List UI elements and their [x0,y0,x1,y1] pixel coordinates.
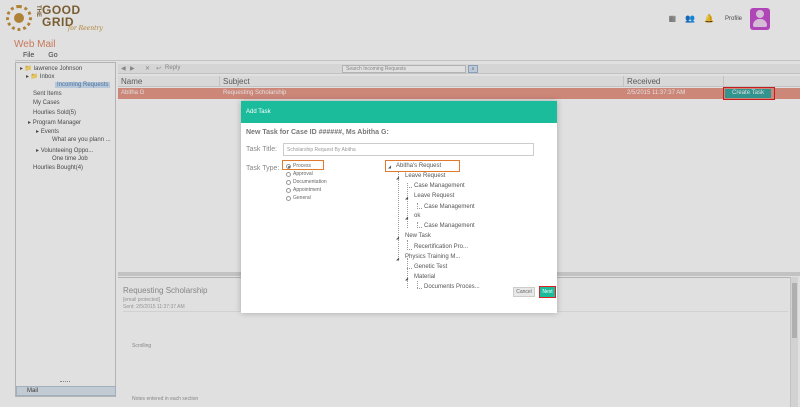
tree-expand-icon[interactable]: ◢ [405,215,408,220]
radio-label: Documentation [293,179,327,185]
tree-node[interactable]: New Task [405,233,431,239]
tree-node[interactable]: Case Management [414,183,465,189]
radio-label: General [293,195,311,201]
tree-node[interactable]: Case Management [424,223,475,229]
process-annotation [282,160,324,170]
radio-label: Appointment [293,187,322,193]
tree-guide [417,208,422,209]
tree-expand-icon[interactable]: ◢ [396,175,399,180]
task-title-input[interactable] [283,143,534,156]
tree-guide [407,183,408,228]
tree-expand-icon[interactable]: ◢ [405,195,408,200]
radio-icon [286,195,291,201]
tree-node[interactable]: ok [414,213,420,219]
tree-guide [398,171,399,259]
radio-icon [286,187,291,193]
radio-icon [286,179,291,185]
tree-guide [417,288,422,289]
root-node-annotation [385,160,460,172]
radio-icon [286,171,291,177]
radio-documentation[interactable]: Documentation [286,179,327,185]
dialog-title: Add Task [246,109,271,115]
radio-approval[interactable]: Approval [286,171,313,177]
tree-node[interactable]: Case Management [424,204,475,210]
tree-guide [417,281,418,288]
tree-node[interactable]: Physics Training M... [405,254,460,260]
tree-guide [407,258,408,288]
tree-guide [407,249,412,250]
tree-node[interactable]: Documents Proces... [424,284,480,290]
cancel-button[interactable]: Cancel [513,287,535,297]
tree-node[interactable]: Recertification Pro... [414,244,468,250]
dialog-subtitle: New Task for Case ID ######, Ms Abitha G… [246,129,389,136]
tree-expand-icon[interactable]: ◢ [396,235,399,240]
dialog-header: Add Task [241,101,557,123]
tree-expand-icon[interactable]: ◢ [396,256,399,261]
radio-label: Approval [293,171,313,177]
tree-node[interactable]: Leave Request [414,193,454,199]
task-type-label: Task Type: [246,165,280,172]
tree-node[interactable]: Genetic Test [414,264,447,270]
radio-general[interactable]: General [286,195,311,201]
tree-node[interactable]: Leave Request [405,173,445,179]
tree-guide [407,268,412,269]
task-title-label: Task Title: [246,146,278,153]
next-button[interactable]: Next [539,286,556,298]
add-task-dialog: Add Task New Task for Case ID ######, Ms… [241,101,557,313]
tree-guide [417,227,422,228]
tree-expand-icon[interactable]: ◢ [405,276,408,281]
tree-node[interactable]: Material [414,274,435,280]
tree-guide [407,187,412,188]
radio-appointment[interactable]: Appointment [286,187,321,193]
